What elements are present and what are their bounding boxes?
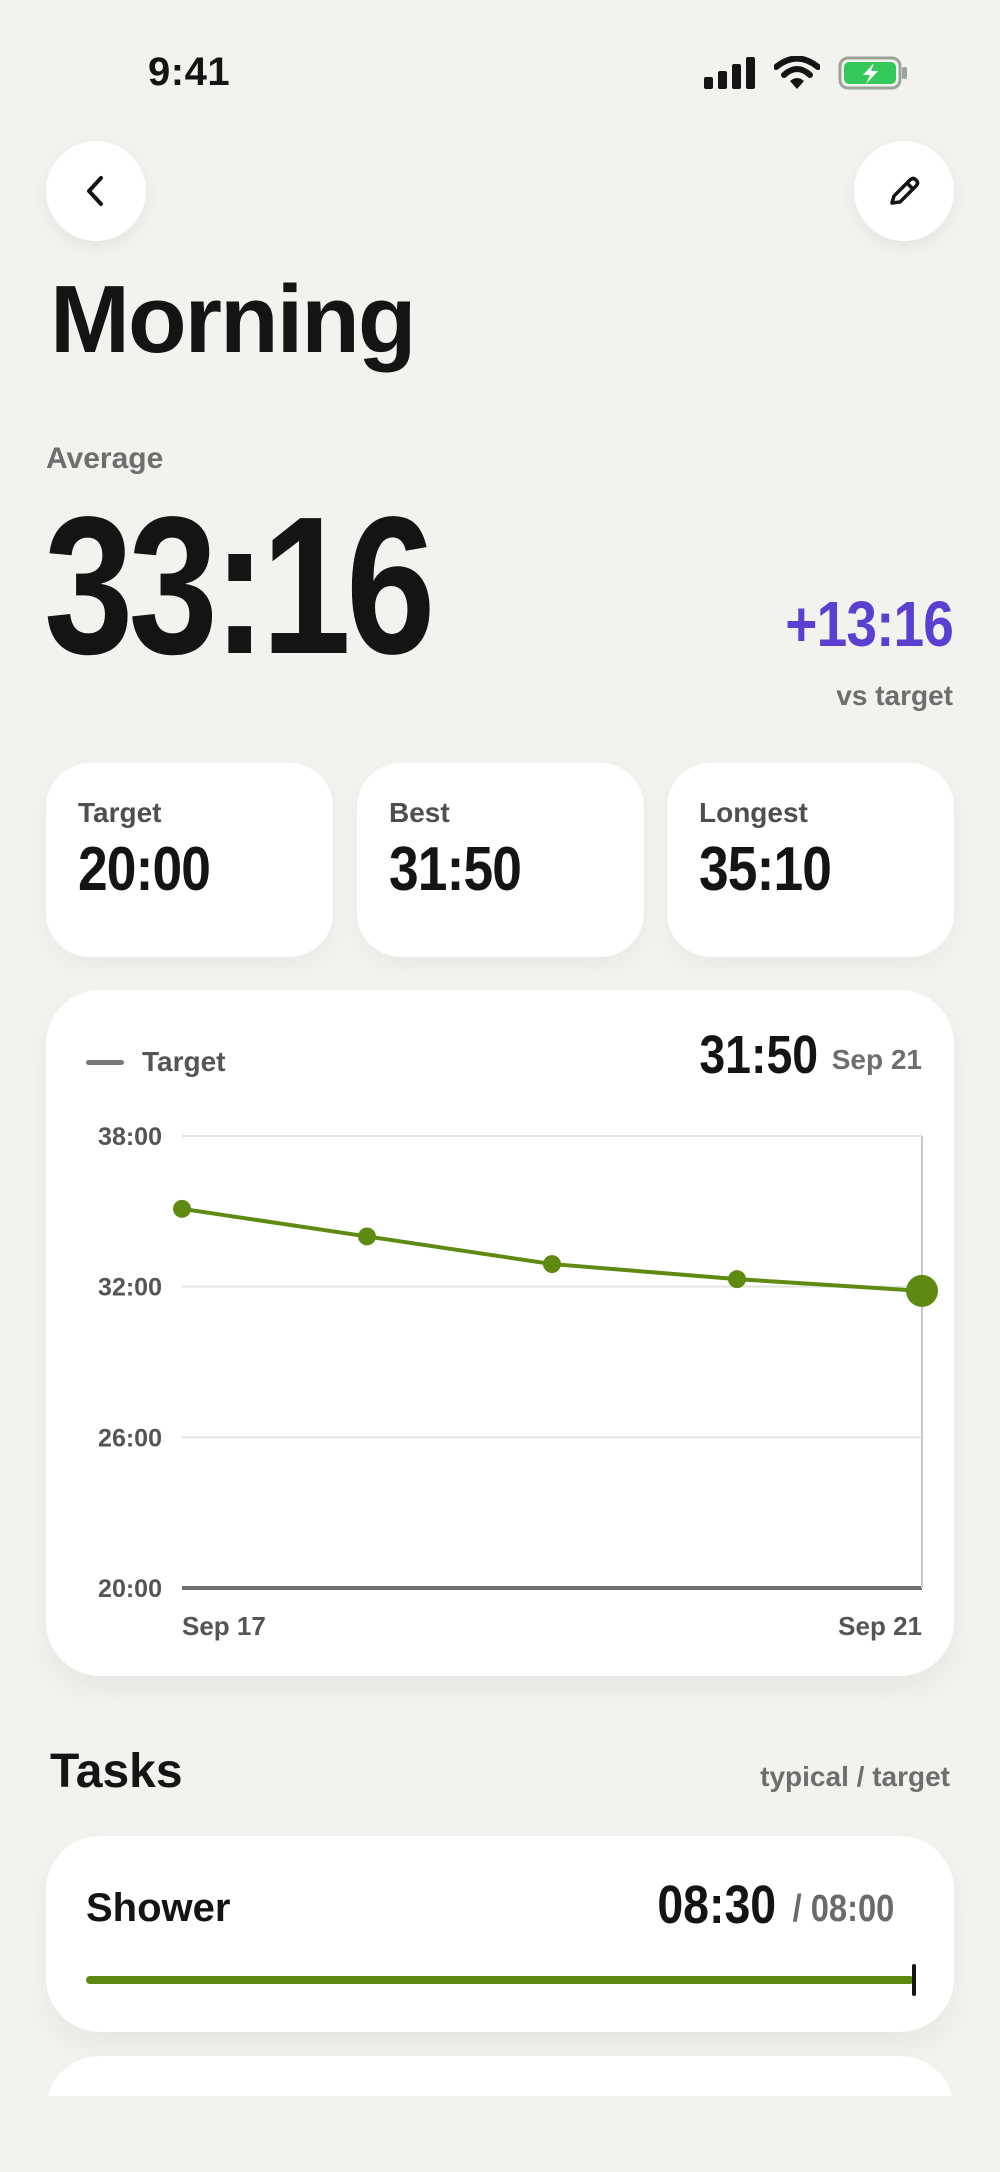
stat-value: 35:10 [699,835,832,904]
average-value: 33:16 [44,476,435,695]
task-progress-bar [86,1976,914,1984]
data-point [173,1199,191,1218]
wifi-icon [774,56,820,89]
data-point [543,1255,561,1274]
stat-card-best: Best 31:50 [357,763,644,957]
data-point [358,1227,376,1246]
task-target-time: / 08:00 [792,1888,894,1930]
selected-point-value: 31:50 [699,1025,818,1085]
stat-card-longest: Longest 35:10 [667,763,954,957]
legend-label: Target [142,1046,226,1077]
stat-card-target: Target 20:00 [46,763,333,957]
y-tick-label: 20:00 [98,1575,162,1603]
status-icons [704,56,908,90]
legend-target-line [86,1059,124,1065]
series-line [180,1206,924,1293]
page-title: Morning [50,266,417,373]
task-name: Shower [86,1886,231,1930]
selected-data-point [906,1274,938,1307]
task-typical-time: 08:30 [657,1875,776,1935]
y-tick-label: 32:00 [98,1274,162,1302]
stat-value: 31:50 [389,835,522,904]
x-tick-label: Sep 21 [838,1611,922,1641]
tasks-title: Tasks [50,1745,183,1798]
data-point [728,1270,746,1289]
delta-vs-target: +13:16 [785,588,954,660]
status-time: 9:41 [148,50,231,94]
stat-label: Best [389,797,450,828]
edit-button[interactable] [854,141,954,241]
average-label: Average [46,442,164,475]
chevron-left-icon [87,176,103,206]
stat-value: 20:00 [78,835,211,904]
pencil-icon [890,176,920,205]
stat-label: Target [78,797,162,828]
trend-chart-card[interactable]: 38:00 32:00 26:00 20:00 Sep 17 Sep 21 Target … [46,990,954,1676]
chart-legend: Target [86,1046,226,1078]
trend-chart[interactable]: 38:00 32:00 26:00 20:00 Sep 17 Sep 21 [46,990,954,1676]
task-item-shower[interactable]: Shower 08:30 / 08:00 [46,1836,954,2032]
delta-label: vs target [836,680,953,711]
back-button[interactable] [46,141,146,241]
y-tick-label: 26:00 [98,1424,162,1452]
tasks-subtitle: typical / target [760,1761,950,1792]
y-tick-label: 38:00 [98,1123,162,1151]
cellular-signal-icon [704,57,755,89]
stat-label: Longest [699,797,808,828]
battery-charging-icon [838,56,907,90]
task-target-marker [912,1964,916,1996]
x-tick-label: Sep 17 [182,1611,266,1641]
selected-point-date: Sep 21 [831,1044,922,1075]
bottom-edge [0,2096,1000,2172]
